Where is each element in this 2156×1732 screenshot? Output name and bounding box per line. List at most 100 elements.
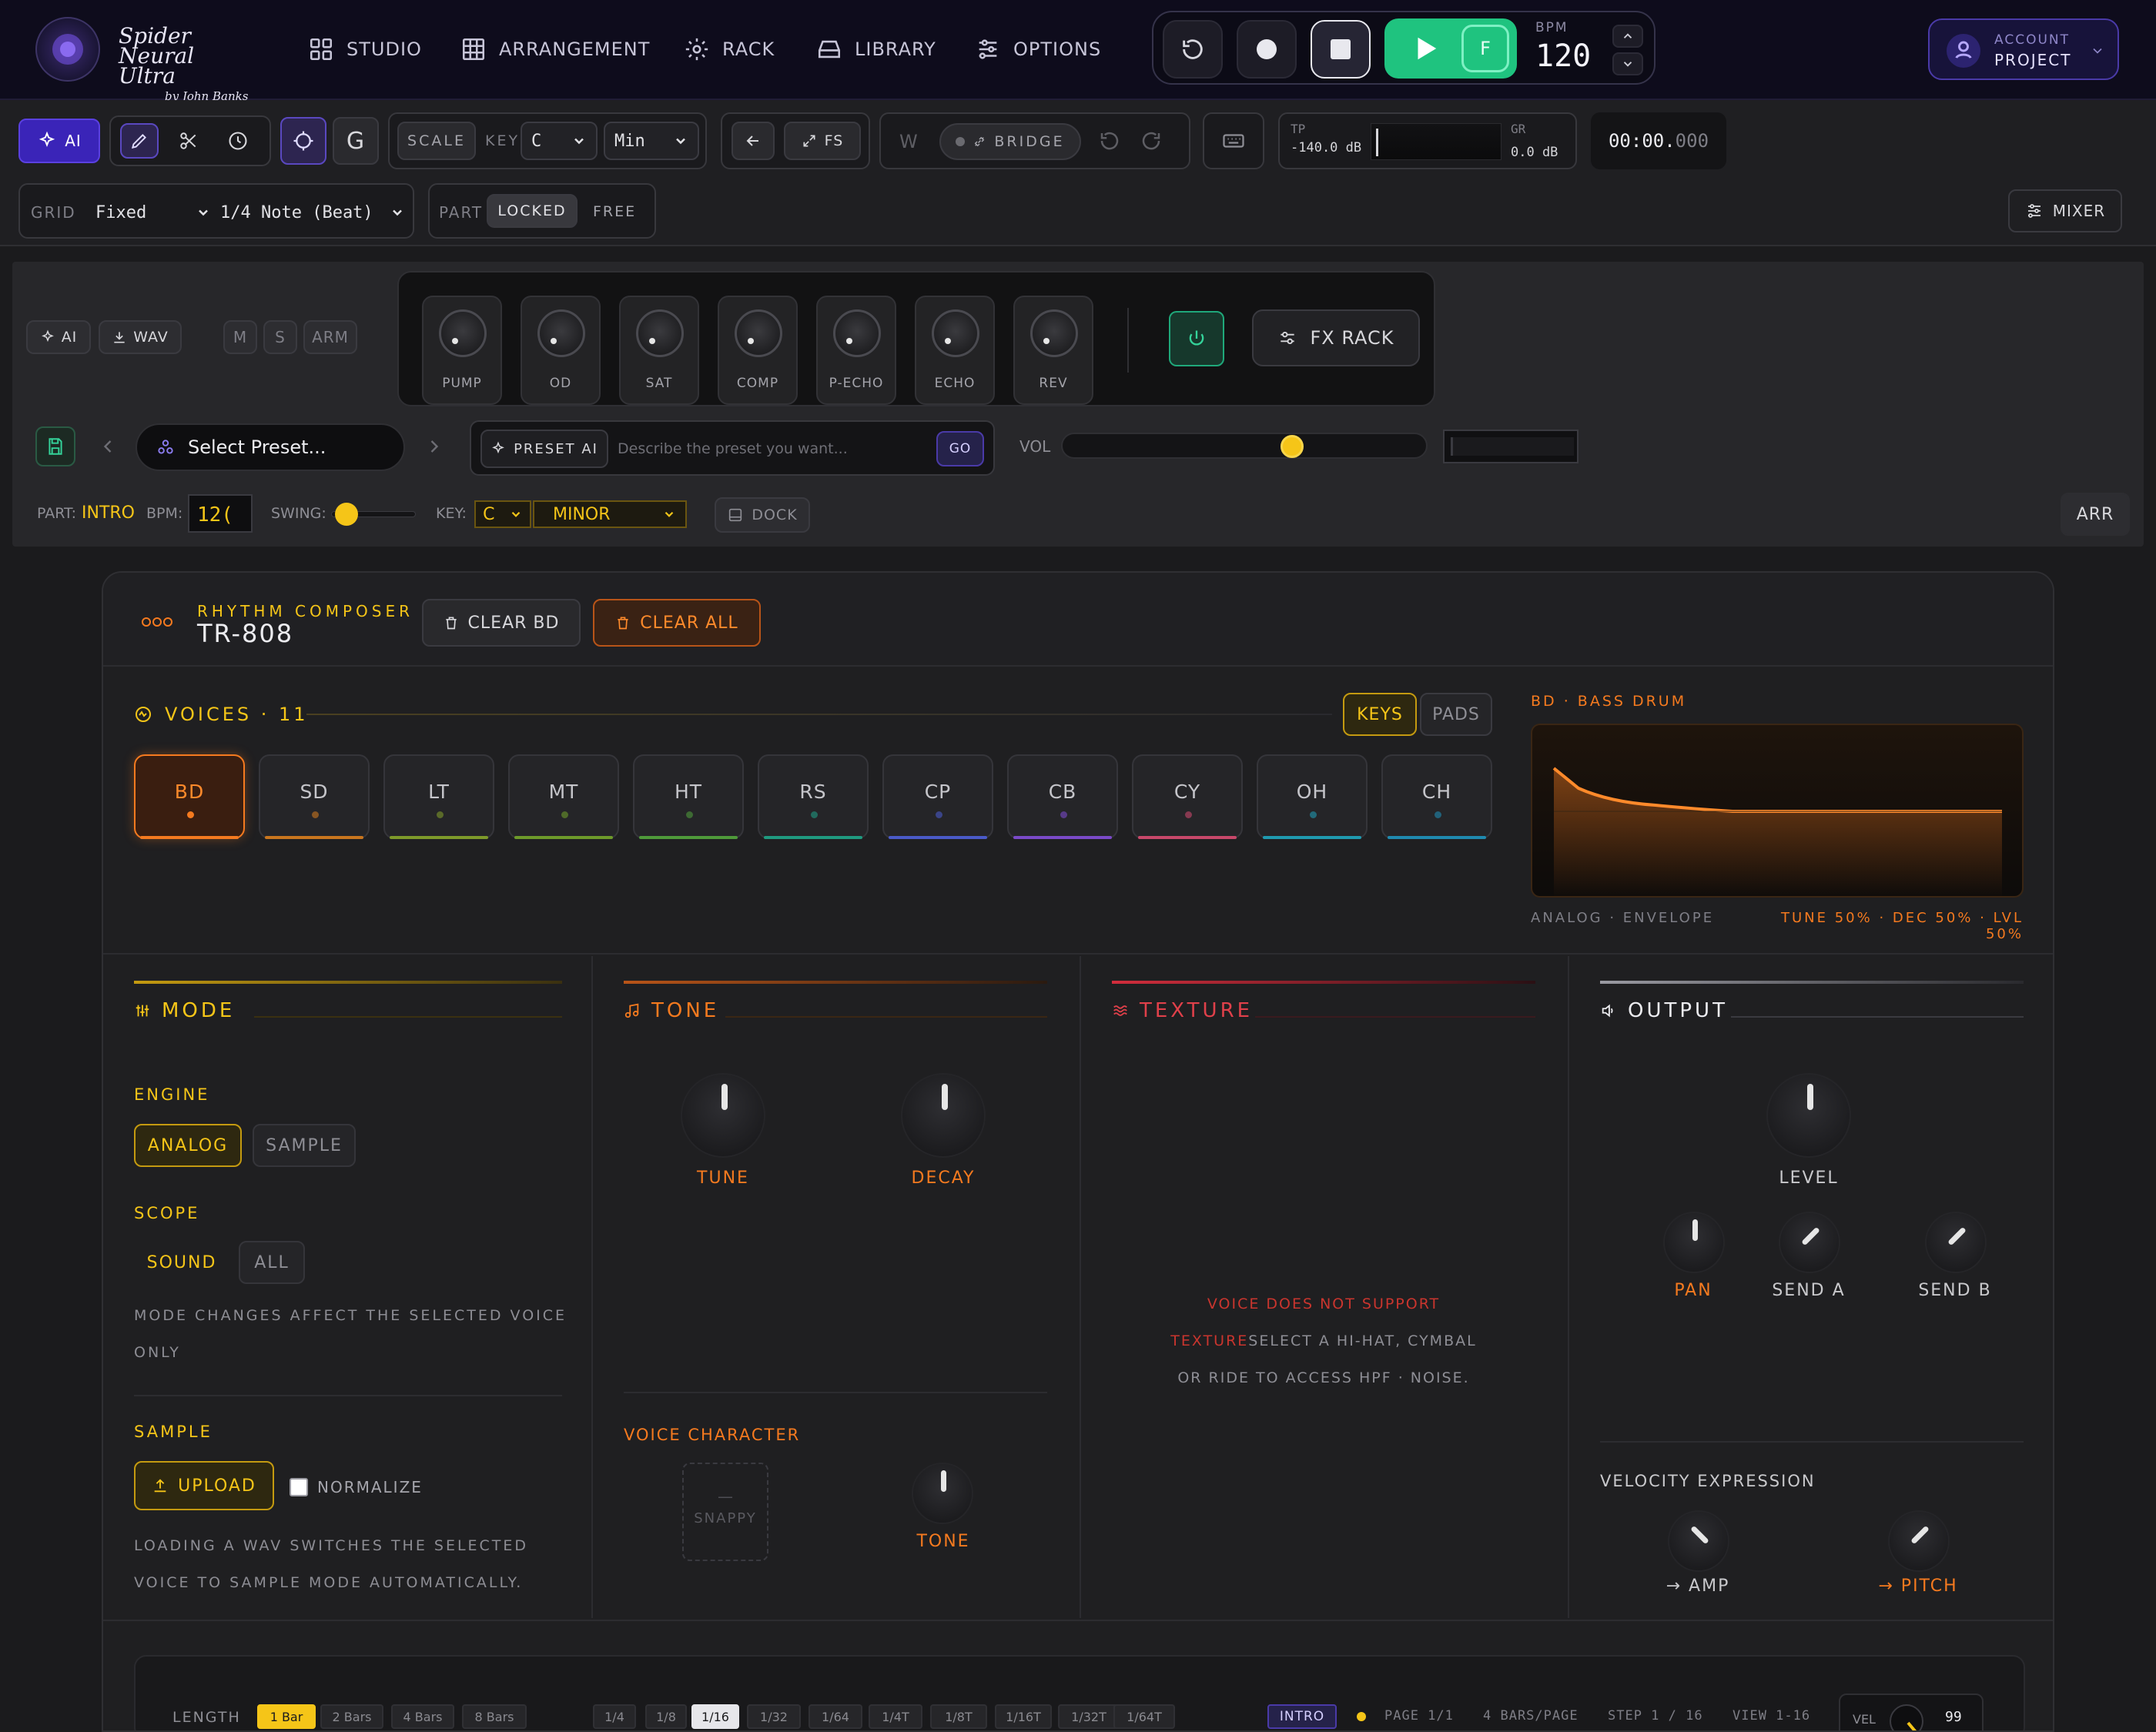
mixer-button[interactable]: MIXER [2008, 189, 2122, 232]
wav-export-button[interactable]: WAV [99, 320, 182, 354]
app-logo[interactable] [35, 17, 100, 82]
preset-ai-input[interactable]: Describe the preset you want... [618, 440, 848, 457]
follow-button[interactable]: F [1461, 25, 1509, 72]
level-knob[interactable] [1766, 1073, 1851, 1158]
voice-pad-mt[interactable]: MT [508, 754, 619, 839]
nav-rack[interactable]: RACK [684, 32, 775, 66]
bridge-button[interactable]: BRIDGE [939, 123, 1081, 160]
next-preset-button[interactable] [424, 436, 445, 457]
tune-knob[interactable] [681, 1073, 765, 1158]
history-tool[interactable] [219, 123, 257, 159]
pan-knob[interactable] [1663, 1212, 1725, 1273]
division-option[interactable]: 1/16 [691, 1704, 739, 1729]
voice-pad-ch[interactable]: CH [1381, 754, 1492, 839]
keys-toggle[interactable]: KEYS [1343, 693, 1417, 736]
od-knob-dial[interactable] [537, 309, 585, 357]
sat-knob[interactable]: SAT [619, 296, 699, 405]
mute-button[interactable]: M [223, 320, 257, 354]
character-tone-knob[interactable] [912, 1463, 973, 1524]
division-option[interactable]: 1/64 [808, 1704, 862, 1729]
loop-button[interactable] [1163, 20, 1223, 79]
pencil-tool[interactable] [120, 123, 159, 159]
velocity-amp-knob[interactable] [1668, 1510, 1729, 1572]
nav-arrangement[interactable]: ARRANGEMENT [460, 32, 650, 66]
preset-select[interactable]: Select Preset... [136, 423, 405, 471]
length-option[interactable]: 8 Bars [462, 1704, 527, 1729]
p-echo-knob-dial[interactable] [833, 309, 881, 357]
scope-all-button[interactable]: ALL [239, 1241, 305, 1284]
comp-knob[interactable]: COMP [718, 296, 798, 405]
voice-pad-cy[interactable]: CY [1132, 754, 1243, 839]
stop-button[interactable] [1311, 20, 1371, 79]
keyboard-button[interactable] [1214, 122, 1254, 160]
echo-knob[interactable]: ECHO [915, 296, 995, 405]
engine-sample-button[interactable]: SAMPLE [253, 1124, 356, 1167]
prev-preset-button[interactable] [97, 436, 119, 457]
normalize-checkbox[interactable] [290, 1478, 308, 1496]
swing-slider[interactable] [331, 503, 416, 526]
undo-button[interactable] [1098, 129, 1121, 152]
engine-analog-button[interactable]: ANALOG [134, 1124, 242, 1167]
part-key-select[interactable]: C [474, 500, 531, 528]
p-echo-knob[interactable]: P-ECHO [816, 296, 896, 405]
record-button[interactable] [1237, 20, 1297, 79]
pump-knob[interactable]: PUMP [422, 296, 502, 405]
division-option[interactable]: 1/16T [995, 1704, 1052, 1729]
grid-note-select[interactable]: 1/4 Note (Beat) [220, 196, 405, 229]
rev-knob[interactable]: REV [1013, 296, 1093, 405]
voice-pad-lt[interactable]: LT [383, 754, 494, 839]
division-option[interactable]: 1/8T [930, 1704, 987, 1729]
volume-slider-thumb[interactable] [1281, 435, 1304, 458]
play-button[interactable]: F [1384, 18, 1517, 79]
nav-library[interactable]: LIBRARY [816, 32, 936, 66]
dock-button[interactable]: DOCK [715, 497, 810, 533]
target-button[interactable] [280, 117, 326, 165]
division-option[interactable]: 1/4 [593, 1704, 636, 1729]
arm-button[interactable]: ARM [303, 320, 357, 354]
save-preset-button[interactable] [35, 426, 75, 466]
volume-slider[interactable] [1061, 433, 1428, 459]
locked-toggle[interactable]: LOCKED [487, 194, 578, 228]
echo-knob-dial[interactable] [932, 309, 979, 357]
length-option[interactable]: 1 Bar [257, 1704, 316, 1729]
voice-pad-oh[interactable]: OH [1257, 754, 1368, 839]
pump-knob-dial[interactable] [439, 309, 487, 357]
grid-mode-select[interactable]: Fixed [95, 196, 211, 229]
bpm-down-button[interactable] [1612, 52, 1643, 75]
g-button[interactable]: G [333, 117, 379, 165]
preset-ai-button[interactable]: PRESET AI [480, 430, 608, 468]
scale-button[interactable]: SCALE [397, 122, 476, 160]
account-button[interactable]: ACCOUNT PROJECT [1928, 18, 2119, 80]
sequencer-part-badge[interactable]: INTRO [1267, 1704, 1337, 1729]
part-value[interactable]: INTRO [82, 503, 135, 523]
w-button[interactable]: W [899, 131, 918, 152]
swing-slider-thumb[interactable] [335, 503, 358, 526]
division-option[interactable]: 1/4T [869, 1704, 922, 1729]
decay-knob[interactable] [901, 1073, 986, 1158]
voice-pad-sd[interactable]: SD [259, 754, 370, 839]
solo-button[interactable]: S [263, 320, 297, 354]
redo-button[interactable] [1140, 129, 1163, 152]
bpm-up-button[interactable] [1612, 25, 1643, 48]
scissors-tool[interactable] [169, 123, 208, 159]
voice-pad-ht[interactable]: HT [633, 754, 744, 839]
velocity-knob[interactable] [1890, 1704, 1923, 1730]
nav-studio[interactable]: STUDIO [308, 32, 422, 66]
od-knob[interactable]: OD [521, 296, 601, 405]
back-button[interactable] [732, 122, 775, 160]
upload-button[interactable]: UPLOAD [134, 1461, 274, 1510]
voice-pad-bd[interactable]: BD [134, 754, 245, 839]
arr-button[interactable]: ARR [2061, 493, 2130, 536]
send-b-knob[interactable] [1925, 1212, 1987, 1273]
division-option[interactable]: 1/32T [1058, 1704, 1120, 1729]
voice-pad-cb[interactable]: CB [1007, 754, 1118, 839]
mode-select[interactable]: Min [604, 122, 699, 160]
free-toggle[interactable]: FREE [593, 203, 636, 220]
length-option[interactable]: 2 Bars [320, 1704, 383, 1729]
clear-all-button[interactable]: CLEAR ALL [593, 599, 761, 647]
ai-button[interactable]: AI [18, 119, 100, 163]
sat-knob-dial[interactable] [636, 309, 684, 357]
fx-power-button[interactable] [1169, 311, 1224, 366]
voice-pad-cp[interactable]: CP [882, 754, 993, 839]
comp-knob-dial[interactable] [735, 309, 782, 357]
